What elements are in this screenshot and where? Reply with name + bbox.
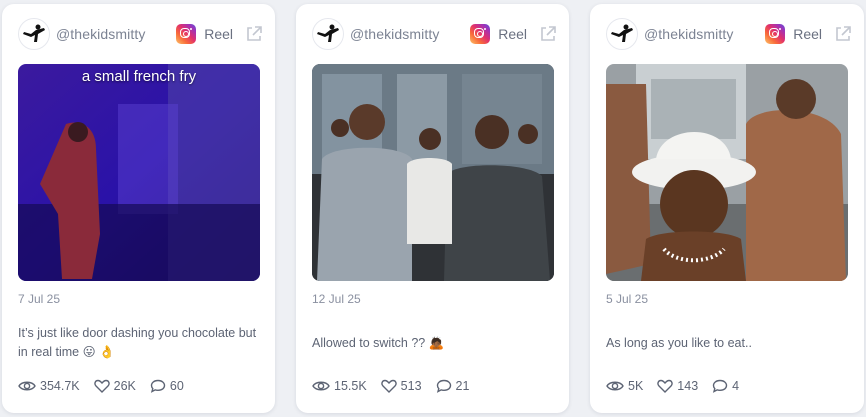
account-handle[interactable]: @thekidsmitty (644, 26, 733, 42)
avatar[interactable] (18, 18, 50, 50)
post-type-label: Reel (793, 26, 822, 42)
video-caption-overlay: a small french fry (81, 68, 197, 85)
engagement-stats: 15.5K 513 21 (312, 379, 483, 393)
post-card[interactable]: @thekidsmitty Reel 12 Jul 25 Allowed to (296, 4, 569, 413)
views-stat: 15.5K (312, 379, 367, 393)
likes-stat: 26K (93, 379, 136, 393)
instagram-icon (176, 24, 197, 44)
comments-stat: 21 (436, 379, 470, 393)
likes-count: 26K (113, 379, 136, 393)
likes-count: 513 (400, 379, 422, 393)
post-date: 12 Jul 25 (312, 292, 361, 306)
comments-stat: 60 (150, 379, 184, 393)
post-caption: It’s just like door dashing you chocolat… (18, 326, 257, 359)
engagement-stats: 354.7K 26K 60 (18, 379, 198, 393)
card-header: @thekidsmitty Reel (18, 17, 263, 51)
avatar[interactable] (312, 18, 344, 50)
post-type-label: Reel (498, 26, 527, 42)
post-date: 5 Jul 25 (606, 292, 649, 306)
external-link-icon[interactable] (539, 25, 557, 43)
post-card[interactable]: @thekidsmitty Reel a small french fry 7 … (2, 4, 275, 413)
kicker-logo-icon (317, 24, 339, 42)
post-date: 7 Jul 25 (18, 292, 61, 306)
post-thumbnail[interactable]: a small french fry (18, 64, 260, 281)
instagram-icon (765, 24, 786, 44)
external-link-icon[interactable] (834, 25, 852, 43)
comment-icon (150, 379, 166, 393)
comments-count: 21 (455, 379, 470, 393)
post-caption: Allowed to switch ?? 🙇🏾 (312, 336, 445, 350)
eye-icon (18, 381, 36, 391)
views-stat: 354.7K (18, 379, 80, 393)
post-thumbnail[interactable] (606, 64, 848, 281)
comments-count: 60 (169, 379, 184, 393)
views-stat: 5K (606, 379, 643, 393)
card-header: @thekidsmitty Reel (606, 17, 852, 51)
views-count: 5K (628, 379, 644, 393)
post-type-label: Reel (204, 26, 233, 42)
kicker-logo-icon (23, 24, 45, 42)
likes-stat: 143 (657, 379, 698, 393)
engagement-stats: 5K 143 4 (606, 379, 753, 393)
thumbnail-image (606, 64, 848, 281)
post-thumbnail[interactable] (312, 64, 554, 281)
eye-icon (312, 381, 330, 391)
heart-icon (93, 379, 110, 393)
instagram-icon (470, 24, 491, 44)
account-handle[interactable]: @thekidsmitty (56, 26, 145, 42)
post-card[interactable]: @thekidsmitty Reel 5 Jul 25 As long as y… (590, 4, 864, 413)
external-link-icon[interactable] (245, 25, 263, 43)
comments-count: 4 (732, 379, 740, 393)
thumbnail-image (312, 64, 554, 281)
views-count: 354.7K (40, 379, 80, 393)
post-caption: As long as you like to eat.. (606, 336, 752, 350)
thumbnail-image (18, 64, 260, 281)
account-handle[interactable]: @thekidsmitty (350, 26, 439, 42)
comments-stat: 4 (712, 379, 739, 393)
kicker-logo-icon (611, 24, 633, 42)
heart-icon (657, 379, 674, 393)
avatar[interactable] (606, 18, 638, 50)
likes-count: 143 (677, 379, 699, 393)
views-count: 15.5K (334, 379, 367, 393)
comment-icon (712, 379, 728, 393)
eye-icon (606, 381, 624, 391)
card-header: @thekidsmitty Reel (312, 17, 557, 51)
heart-icon (380, 379, 397, 393)
comment-icon (436, 379, 451, 393)
likes-stat: 513 (380, 379, 422, 393)
